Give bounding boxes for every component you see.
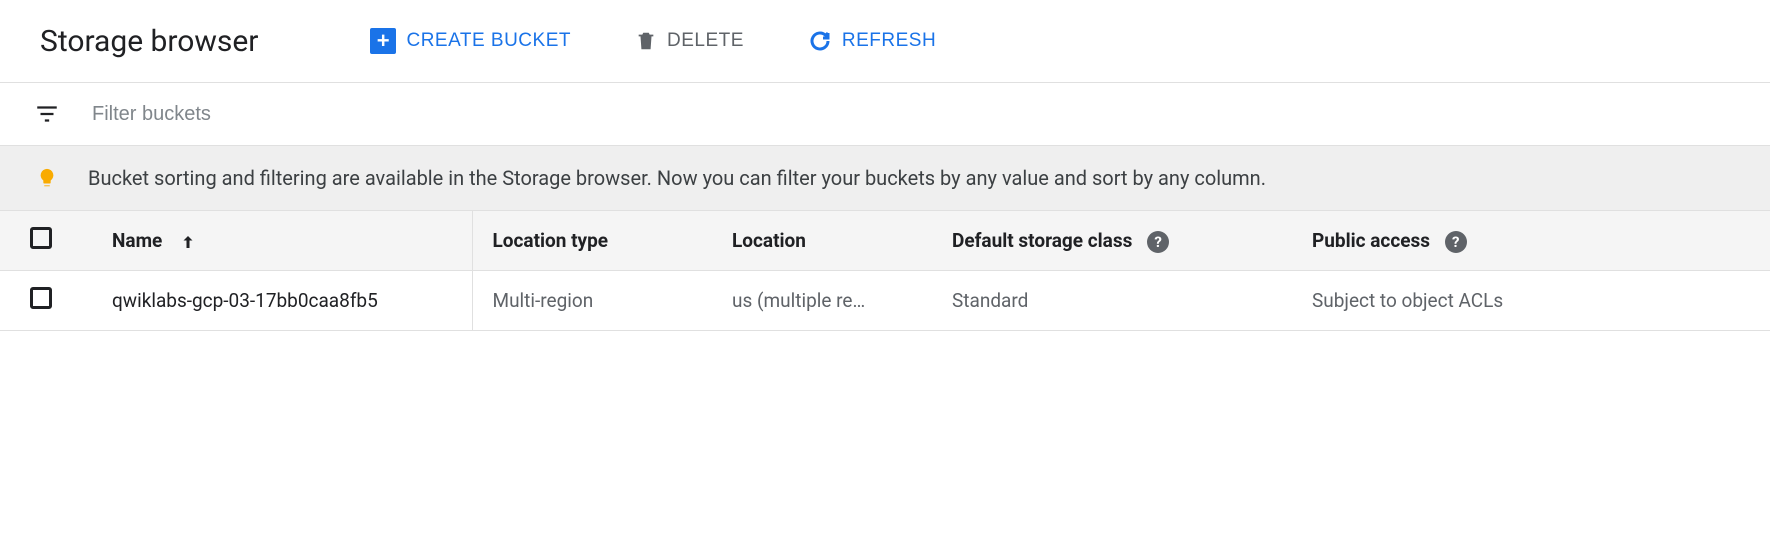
column-location-label: Location <box>732 229 806 252</box>
refresh-button[interactable]: REFRESH <box>796 21 948 61</box>
buckets-table: Name Location type Location Default stor… <box>0 211 1770 331</box>
location-type-cell: Multi-region <box>472 271 712 331</box>
sort-ascending-icon <box>179 229 197 252</box>
plus-icon: + <box>370 28 396 54</box>
filter-bar <box>0 83 1770 146</box>
refresh-label: REFRESH <box>842 30 936 52</box>
column-location[interactable]: Location <box>712 211 932 271</box>
select-all-checkbox[interactable] <box>30 227 52 249</box>
column-public-access[interactable]: Public access ? <box>1292 211 1770 271</box>
filter-icon[interactable] <box>34 101 60 127</box>
trash-icon <box>635 29 657 53</box>
delete-label: DELETE <box>667 30 744 52</box>
create-bucket-label: CREATE BUCKET <box>406 30 571 52</box>
row-checkbox[interactable] <box>30 287 52 309</box>
column-storage-class[interactable]: Default storage class ? <box>932 211 1292 271</box>
page-header: Storage browser + CREATE BUCKET DELETE R… <box>0 0 1770 83</box>
public-access-cell: Subject to object ACLs <box>1292 271 1770 331</box>
refresh-icon <box>808 29 832 53</box>
page-title: Storage browser <box>40 24 258 59</box>
column-location-type-label: Location type <box>493 229 609 252</box>
column-name-label: Name <box>112 229 162 252</box>
column-location-type[interactable]: Location type <box>472 211 712 271</box>
column-public-access-label: Public access <box>1312 229 1430 252</box>
bucket-name-cell[interactable]: qwiklabs-gcp-03-17bb0caa8fb5 <box>72 271 472 331</box>
filter-input[interactable] <box>90 102 490 127</box>
location-cell: us (multiple re… <box>712 271 932 331</box>
info-banner: Bucket sorting and filtering are availab… <box>0 146 1770 211</box>
info-banner-text: Bucket sorting and filtering are availab… <box>88 166 1266 190</box>
help-icon[interactable]: ? <box>1147 231 1169 253</box>
storage-class-cell: Standard <box>932 271 1292 331</box>
column-name[interactable]: Name <box>72 211 472 271</box>
lightbulb-icon <box>36 164 58 192</box>
create-bucket-button[interactable]: + CREATE BUCKET <box>358 20 583 62</box>
delete-button[interactable]: DELETE <box>623 21 756 61</box>
table-row[interactable]: qwiklabs-gcp-03-17bb0caa8fb5 Multi-regio… <box>0 271 1770 331</box>
table-header-row: Name Location type Location Default stor… <box>0 211 1770 271</box>
column-storage-class-label: Default storage class <box>952 229 1132 252</box>
help-icon[interactable]: ? <box>1445 231 1467 253</box>
